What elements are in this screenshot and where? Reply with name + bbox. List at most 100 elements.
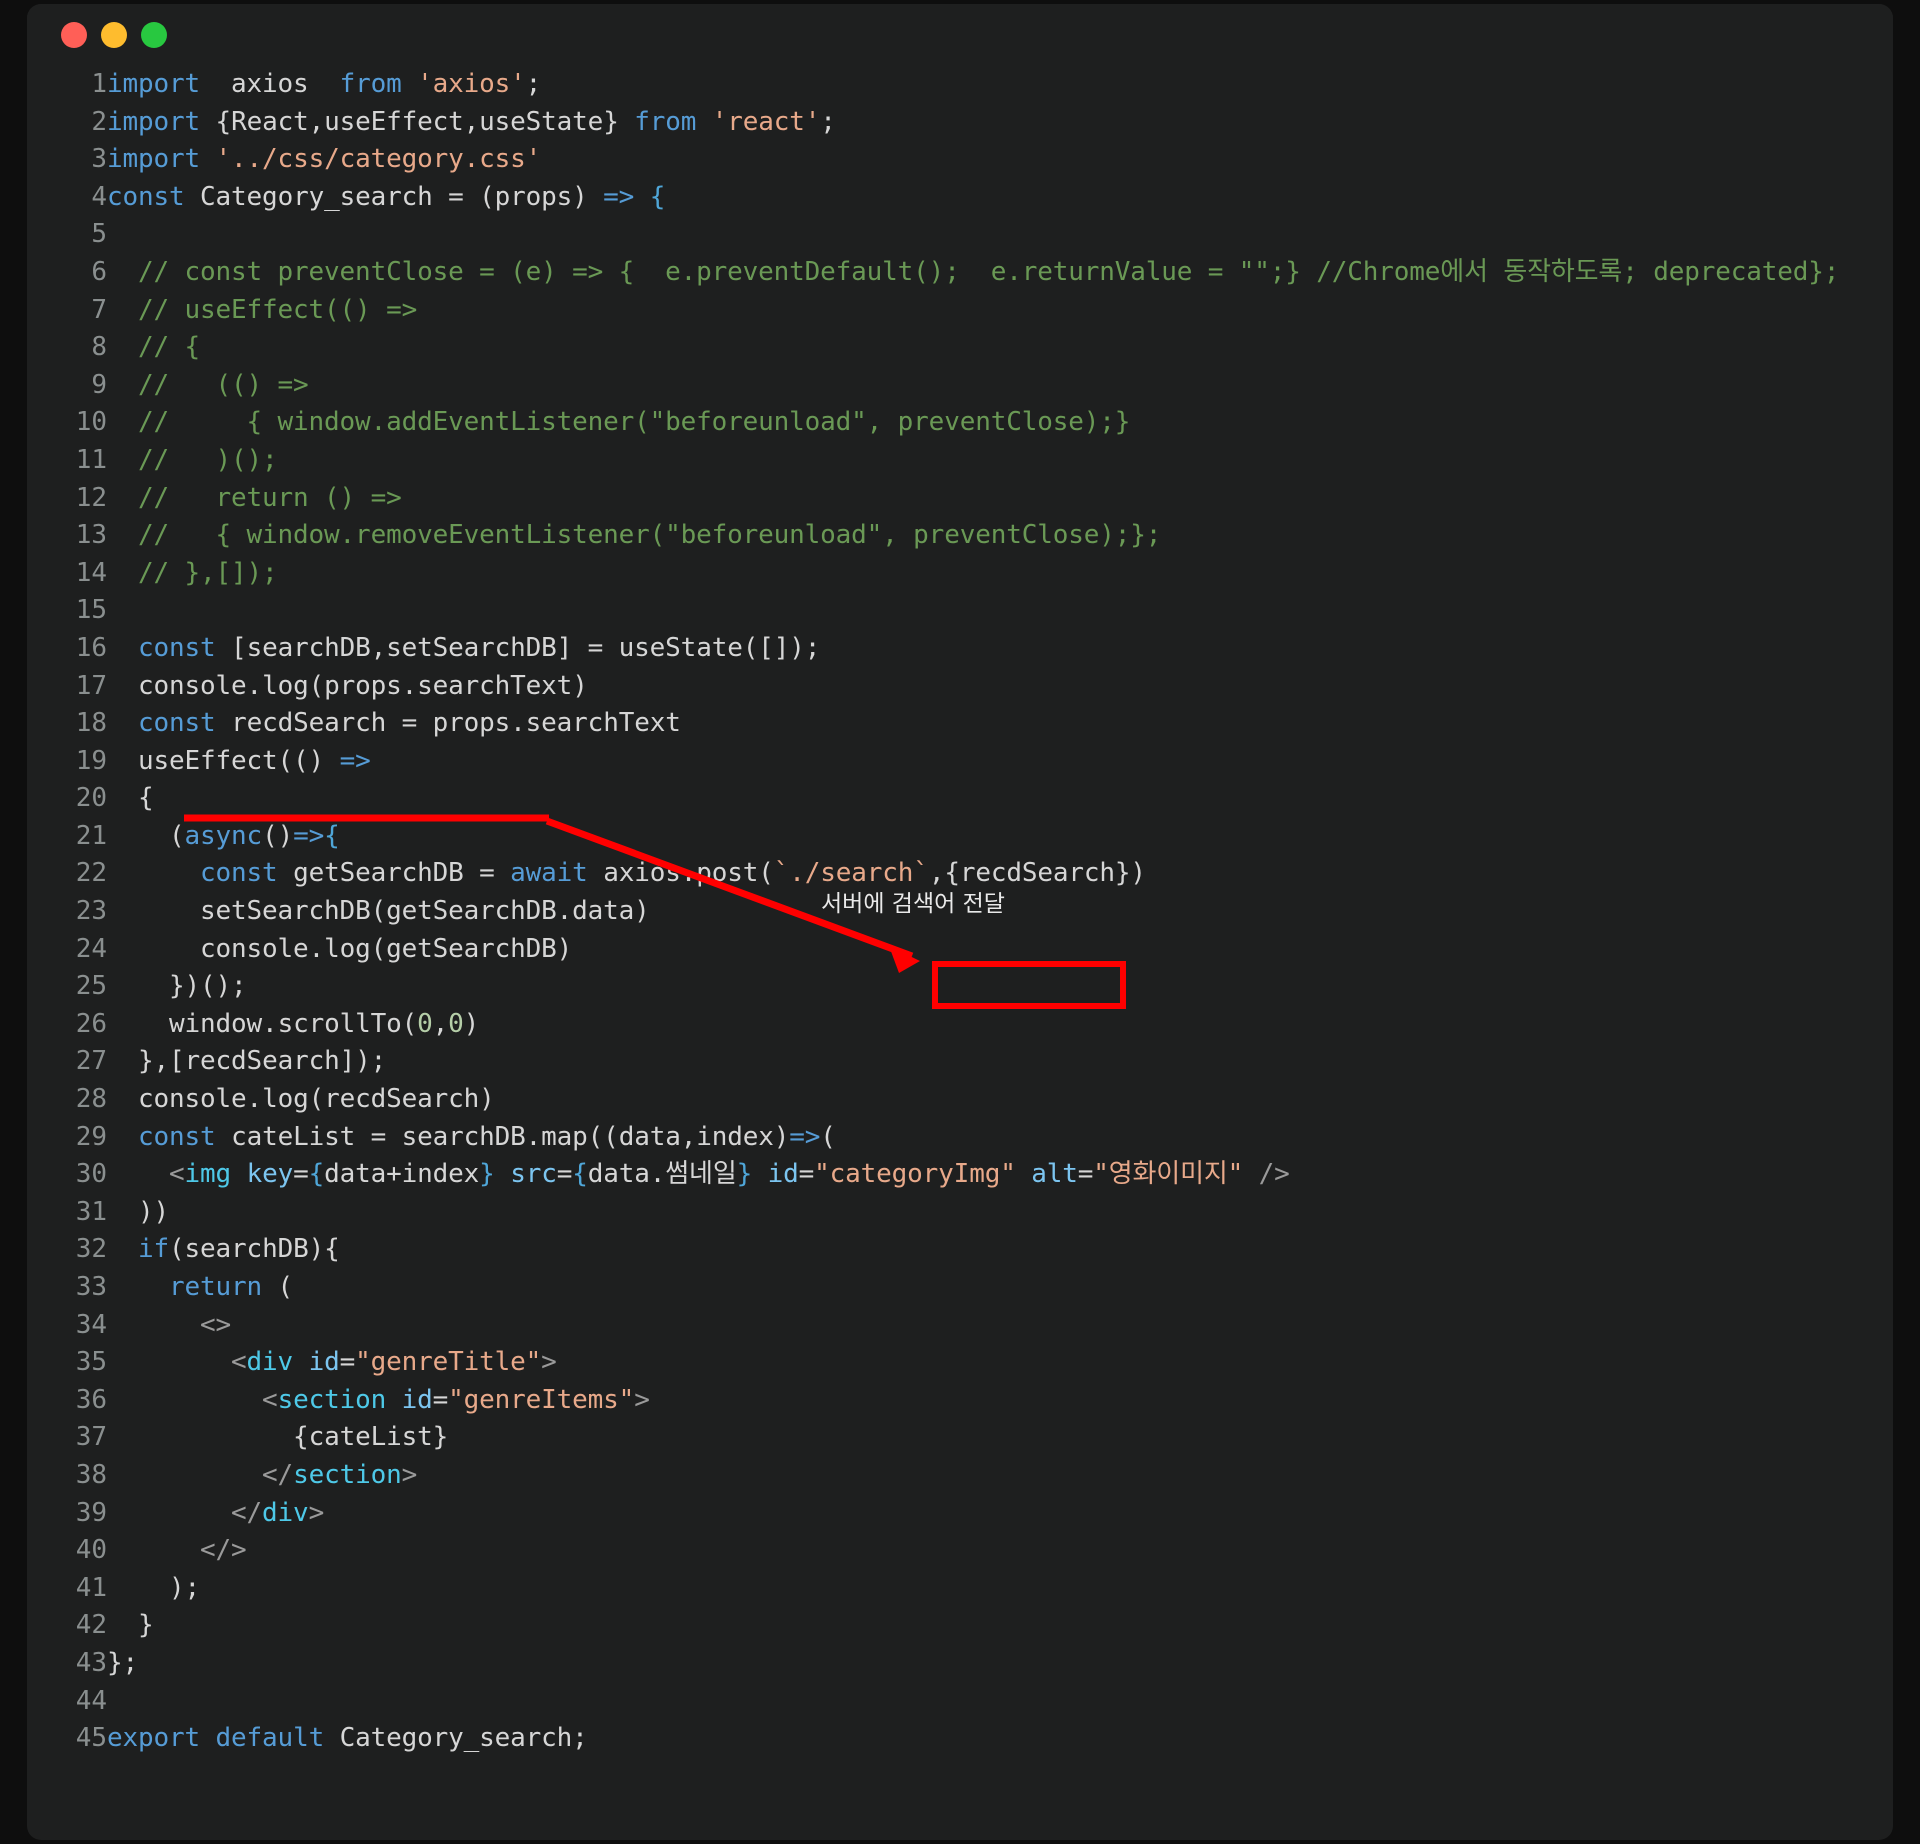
line-content[interactable]: { [107, 780, 1893, 818]
code-line[interactable]: 35 <div id="genreTitle"> [27, 1344, 1893, 1382]
code-line[interactable]: 16 const [searchDB,setSearchDB] = useSta… [27, 630, 1893, 668]
line-content[interactable]: (async()=>{ [107, 818, 1893, 856]
code-line[interactable]: 12 // return () => [27, 480, 1893, 518]
code-line[interactable]: 42 } [27, 1607, 1893, 1645]
code-line[interactable]: 40 </> [27, 1532, 1893, 1570]
line-content[interactable] [107, 1683, 1893, 1721]
code-line[interactable]: 26 window.scrollTo(0,0) [27, 1006, 1893, 1044]
line-number: 19 [75, 745, 107, 776]
line-content[interactable]: // },[]); [107, 555, 1893, 593]
code-line[interactable]: 34 <> [27, 1307, 1893, 1345]
code-line[interactable]: 1 import axios from 'axios'; [27, 66, 1893, 104]
code-line[interactable]: 20 { [27, 780, 1893, 818]
line-content[interactable]: // )(); [107, 442, 1893, 480]
line-content[interactable]: <> [107, 1307, 1893, 1345]
code-line[interactable]: 17 console.log(props.searchText) [27, 668, 1893, 706]
code-line[interactable]: 10 // { window.addEventListener("beforeu… [27, 404, 1893, 442]
code-line[interactable]: 18 const recdSearch = props.searchText [27, 705, 1893, 743]
code-editor-window: 1 import axios from 'axios'; 2 import {Reac… [27, 4, 1893, 1840]
code-line[interactable]: 9 // (() => [27, 367, 1893, 405]
code-line[interactable]: 4 const Category_search = (props) => { [27, 179, 1893, 217]
code-line[interactable]: 11 // )(); [27, 442, 1893, 480]
line-content[interactable]: // (() => [107, 367, 1893, 405]
line-content[interactable]: export default Category_search; [107, 1720, 1893, 1758]
code-line[interactable]: 37 {cateList} [27, 1419, 1893, 1457]
line-content[interactable] [107, 592, 1893, 630]
line-content[interactable]: </> [107, 1532, 1893, 1570]
line-content[interactable]: const recdSearch = props.searchText [107, 705, 1893, 743]
line-number: 15 [75, 595, 107, 626]
line-content[interactable]: // useEffect(() => [107, 292, 1893, 330]
line-content[interactable]: })(); [107, 968, 1893, 1006]
line-content[interactable]: if(searchDB){ [107, 1231, 1893, 1269]
line-content[interactable]: <img key={data+index} src={data.썸네일} id=… [107, 1156, 1893, 1194]
line-number: 18 [75, 708, 107, 739]
code-line[interactable]: 13 // { window.removeEventListener("befo… [27, 517, 1893, 555]
close-button[interactable] [61, 22, 87, 48]
code-line[interactable]: 24 console.log(getSearchDB) [27, 931, 1893, 969]
line-content[interactable]: // const preventClose = (e) => { e.preve… [107, 254, 1893, 292]
code-line[interactable]: 39 </div> [27, 1495, 1893, 1533]
line-content[interactable]: const Category_search = (props) => { [107, 179, 1893, 217]
line-number: 8 [91, 332, 107, 363]
code-line[interactable]: 30 <img key={data+index} src={data.썸네일} … [27, 1156, 1893, 1194]
line-content[interactable]: import axios from 'axios'; [107, 66, 1893, 104]
line-content[interactable]: {cateList} [107, 1419, 1893, 1457]
code-line[interactable]: 38 </section> [27, 1457, 1893, 1495]
code-line[interactable]: 41 ); [27, 1570, 1893, 1608]
line-number: 43 [75, 1647, 107, 1678]
line-content[interactable]: // return () => [107, 480, 1893, 518]
line-content[interactable]: import '../css/category.css' [107, 141, 1893, 179]
line-content[interactable]: useEffect(() => [107, 743, 1893, 781]
code-line[interactable]: 15 [27, 592, 1893, 630]
line-content[interactable]: }; [107, 1645, 1893, 1683]
line-content[interactable] [107, 216, 1893, 254]
line-content[interactable]: import {React,useEffect,useState} from '… [107, 104, 1893, 142]
code-line[interactable]: 44 [27, 1683, 1893, 1721]
code-line[interactable]: 31 )) [27, 1194, 1893, 1232]
line-number: 25 [75, 971, 107, 1002]
code-line[interactable]: 7 // useEffect(() => [27, 292, 1893, 330]
code-line[interactable]: 43}; [27, 1645, 1893, 1683]
line-number: 12 [75, 482, 107, 513]
code-line[interactable]: 3 import '../css/category.css' [27, 141, 1893, 179]
code-line[interactable]: 32 if(searchDB){ [27, 1231, 1893, 1269]
code-line[interactable]: 33 return ( [27, 1269, 1893, 1307]
code-line[interactable]: 36 <section id="genreItems"> [27, 1382, 1893, 1420]
line-content[interactable]: ); [107, 1570, 1893, 1608]
minimize-button[interactable] [101, 22, 127, 48]
line-content[interactable]: },[recdSearch]); [107, 1043, 1893, 1081]
code-line[interactable]: 29 const cateList = searchDB.map((data,i… [27, 1119, 1893, 1157]
line-content[interactable]: // { window.addEventListener("beforeunlo… [107, 404, 1893, 442]
code-line[interactable]: 28 console.log(recdSearch) [27, 1081, 1893, 1119]
line-content[interactable]: </section> [107, 1457, 1893, 1495]
line-content[interactable]: // { window.removeEventListener("beforeu… [107, 517, 1893, 555]
line-content[interactable]: const [searchDB,setSearchDB] = useState(… [107, 630, 1893, 668]
code-line[interactable]: 5 [27, 216, 1893, 254]
code-line[interactable]: 45 export default Category_search; [27, 1720, 1893, 1758]
code-area[interactable]: 1 import axios from 'axios'; 2 import {Reac… [27, 66, 1893, 1758]
line-content[interactable]: <section id="genreItems"> [107, 1382, 1893, 1420]
code-line[interactable]: 8 // { [27, 329, 1893, 367]
code-line[interactable]: 2 import {React,useEffect,useState} from … [27, 104, 1893, 142]
line-content[interactable]: )) [107, 1194, 1893, 1232]
line-content[interactable]: <div id="genreTitle"> [107, 1344, 1893, 1382]
line-content[interactable]: } [107, 1607, 1893, 1645]
line-number: 16 [75, 632, 107, 663]
code-line[interactable]: 25 })(); [27, 968, 1893, 1006]
code-line[interactable]: 14 // },[]); [27, 555, 1893, 593]
code-line[interactable]: 27 },[recdSearch]); [27, 1043, 1893, 1081]
line-content[interactable]: console.log(recdSearch) [107, 1081, 1893, 1119]
line-content[interactable]: window.scrollTo(0,0) [107, 1006, 1893, 1044]
line-number: 21 [75, 820, 107, 851]
line-content[interactable]: const cateList = searchDB.map((data,inde… [107, 1119, 1893, 1157]
line-content[interactable]: </div> [107, 1495, 1893, 1533]
line-content[interactable]: console.log(getSearchDB) [107, 931, 1893, 969]
code-line[interactable]: 21 (async()=>{ [27, 818, 1893, 856]
line-content[interactable]: console.log(props.searchText) [107, 668, 1893, 706]
maximize-button[interactable] [141, 22, 167, 48]
line-content[interactable]: // { [107, 329, 1893, 367]
line-content[interactable]: return ( [107, 1269, 1893, 1307]
code-line[interactable]: 19 useEffect(() => [27, 743, 1893, 781]
code-line[interactable]: 6 // const preventClose = (e) => { e.pre… [27, 254, 1893, 292]
